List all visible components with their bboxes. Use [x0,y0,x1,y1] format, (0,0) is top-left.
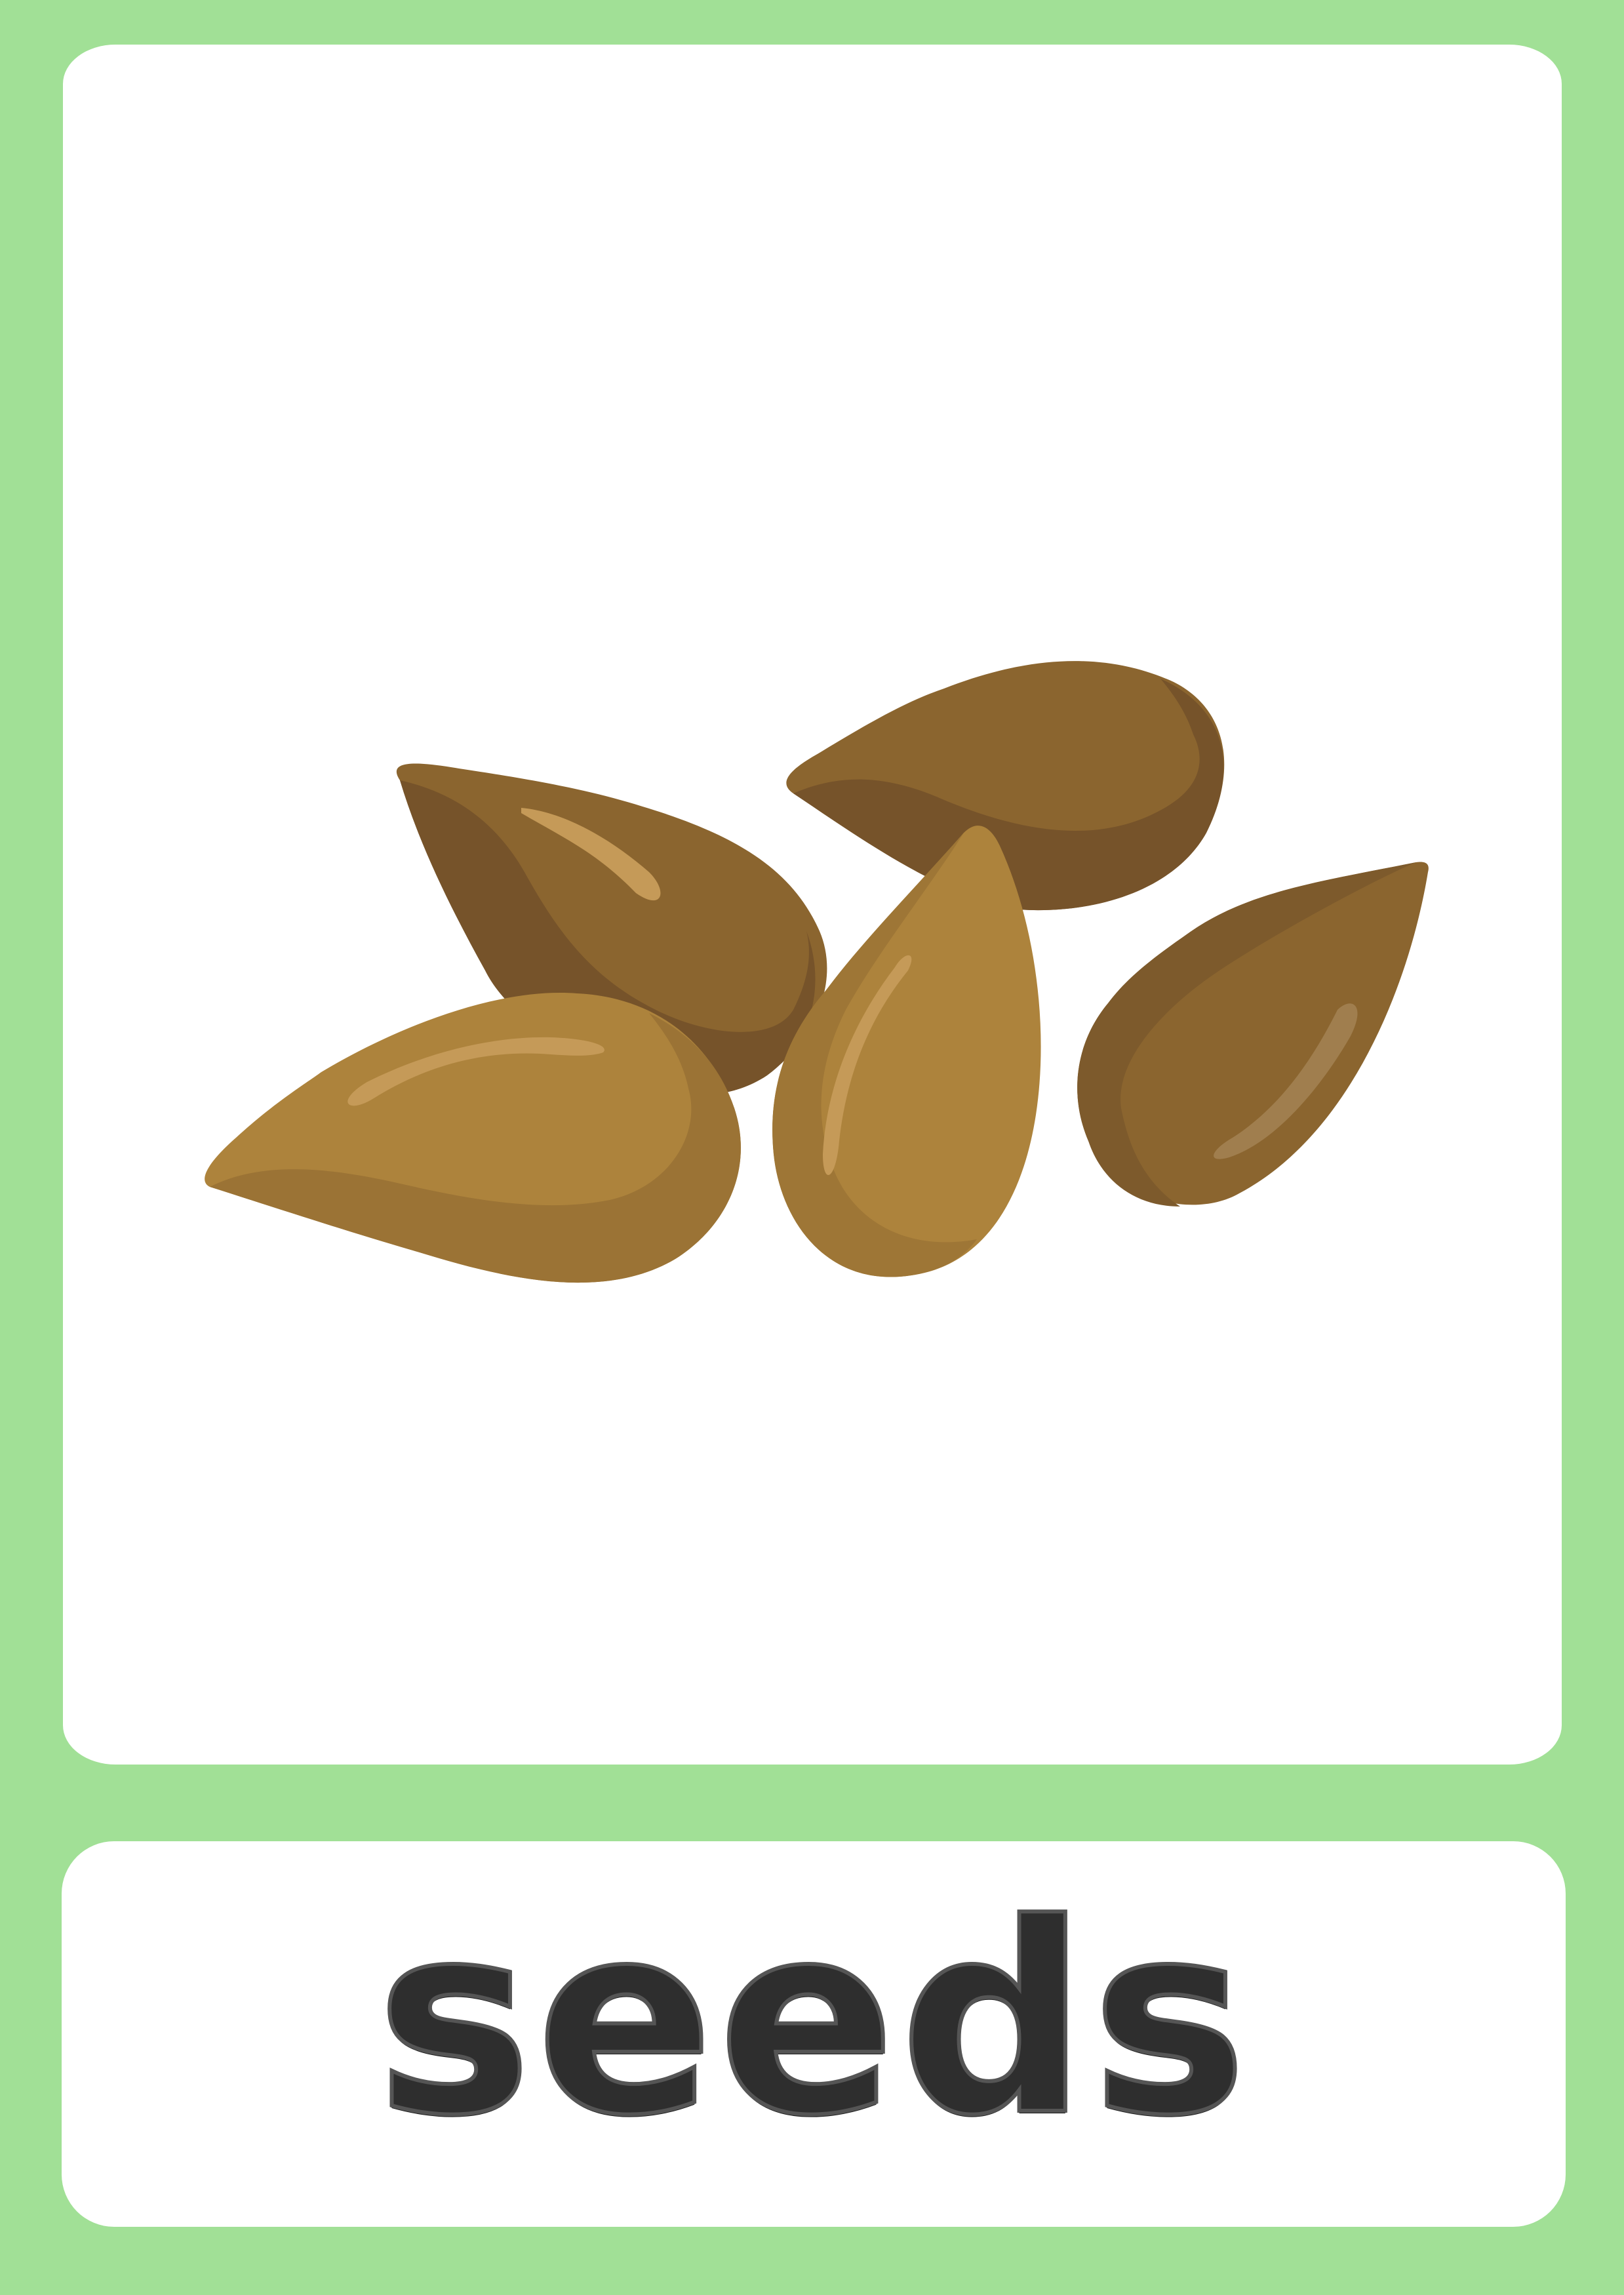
word-panel: seeds [62,1841,1566,2227]
seed-front-left [205,993,741,1283]
card-word: seeds [374,1868,1252,2173]
seed-right [1077,862,1429,1207]
seed-front-middle [772,826,1041,1277]
